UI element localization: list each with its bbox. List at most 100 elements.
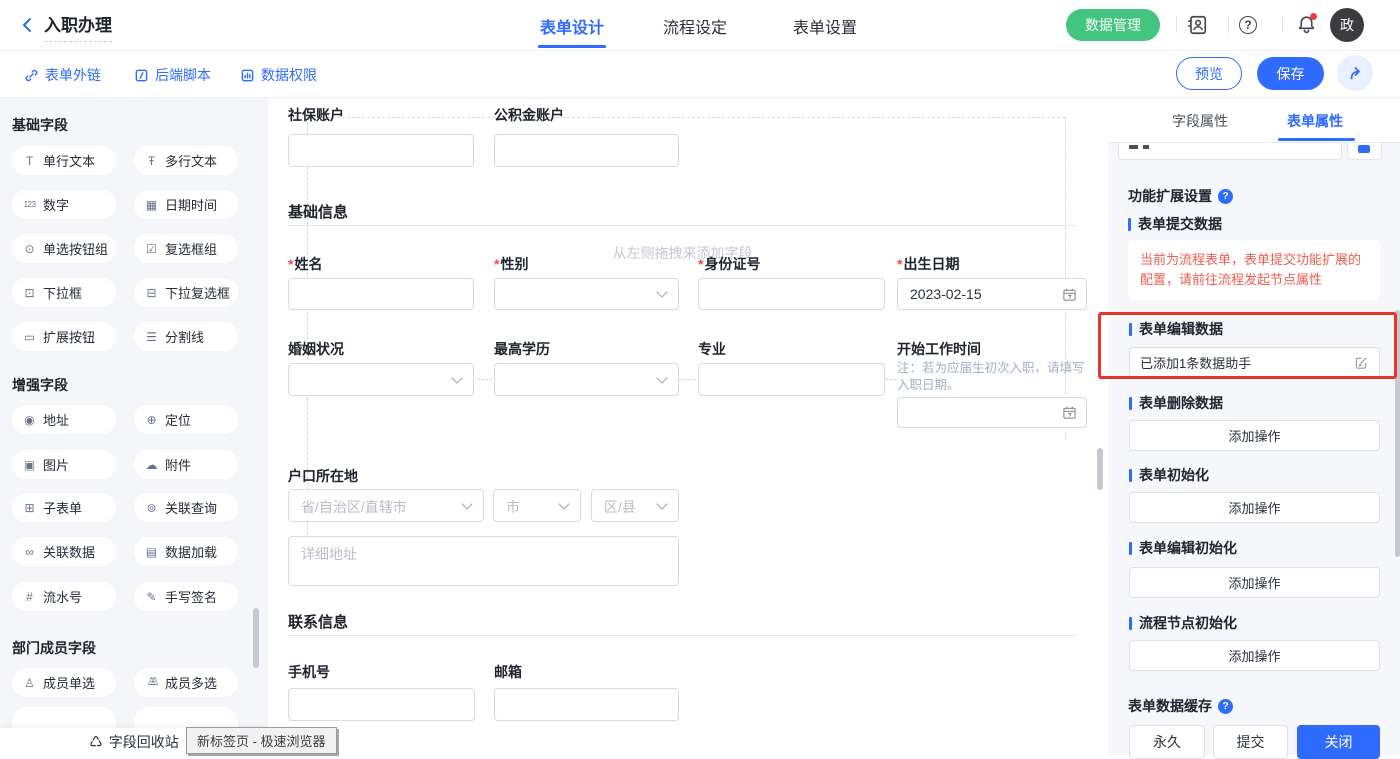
city-select[interactable]: 市 [493, 489, 581, 522]
name-input[interactable] [288, 278, 474, 310]
save-button[interactable]: 保存 [1257, 57, 1324, 90]
tab-form-design[interactable]: 表单设计 [540, 14, 604, 38]
field-item-address[interactable]: ◉地址 [12, 405, 116, 434]
help-circle-icon[interactable]: ? [1218, 699, 1233, 714]
cache-option-close[interactable]: 关闭 [1297, 725, 1380, 759]
edit-data-value-box[interactable]: 已添加1条数据助手 [1129, 347, 1380, 378]
page-title[interactable]: 入职办理 [44, 11, 112, 42]
field-label-id-number[interactable]: 身份证号 [698, 254, 760, 274]
init-add-button[interactable]: 添加操作 [1129, 492, 1380, 523]
field-item-signature[interactable]: ✎手写签名 [134, 582, 238, 611]
gender-select[interactable] [494, 278, 679, 310]
field-item-serial-number[interactable]: #流水号 [12, 582, 116, 611]
field-item-multi-line-text[interactable]: Ŧ多行文本 [134, 146, 238, 175]
field-item-dropdown-multi[interactable]: ⊟下拉复选框 [134, 278, 238, 307]
field-label-email[interactable]: 邮箱 [494, 662, 522, 682]
address-textarea[interactable]: 详细地址 [288, 536, 679, 586]
sidebar-scrollbar[interactable] [253, 608, 259, 668]
edit-init-add-button[interactable]: 添加操作 [1129, 567, 1380, 598]
field-label-fund[interactable]: 公积金账户 [494, 105, 564, 125]
email-input[interactable] [494, 688, 679, 721]
data-permission-button[interactable]: 数据权限 [240, 65, 317, 85]
social-input[interactable] [288, 134, 474, 167]
field-label-major[interactable]: 专业 [698, 339, 726, 359]
field-item-location[interactable]: ⊕定位 [134, 405, 238, 434]
field-item-related-query[interactable]: ⊚关联查询 [134, 493, 238, 522]
delete-data-add-button[interactable]: 添加操作 [1129, 420, 1380, 451]
help-circle-icon[interactable]: ? [1218, 189, 1233, 204]
cache-option-submit[interactable]: 提交 [1213, 725, 1288, 759]
cache-title: 表单数据缓存 [1128, 696, 1212, 716]
field-item-label: 下拉框 [43, 283, 82, 302]
field-item-single-line-text[interactable]: T单行文本 [12, 146, 116, 175]
form-design-canvas[interactable]: 社保账户 公积金账户 基础信息 从左侧拖拽来添加字段 姓名 性别 身份证号 出生… [268, 97, 1108, 755]
education-select[interactable] [494, 363, 679, 396]
district-select[interactable]: 区/县 [591, 489, 679, 522]
field-label-work-start[interactable]: 开始工作时间 [897, 339, 981, 359]
field-label-phone[interactable]: 手机号 [288, 662, 330, 682]
work-start-note: 注：若为应届生初次入职，请填写入职日期。 [897, 360, 1091, 394]
birth-date-input[interactable]: 2023-02-15 [897, 278, 1087, 310]
tab-form-settings[interactable]: 表单设置 [793, 14, 857, 38]
field-label-hukou[interactable]: 户口所在地 [288, 466, 358, 486]
panel-scrollbar[interactable] [1395, 310, 1400, 557]
section-title-basic-info[interactable]: 基础信息 [288, 201, 348, 222]
marriage-select[interactable] [288, 363, 474, 396]
form-external-link-button[interactable]: 表单外链 [24, 65, 101, 85]
field-label-marriage[interactable]: 婚姻状况 [288, 339, 344, 359]
tab-form-properties[interactable]: 表单属性 [1287, 111, 1343, 131]
field-item-attachment[interactable]: ☁附件 [134, 450, 238, 479]
contacts-button[interactable] [1186, 14, 1208, 36]
field-item-number[interactable]: 123数字 [12, 190, 116, 219]
preview-button[interactable]: 预览 [1176, 57, 1242, 90]
phone-input[interactable] [288, 688, 475, 721]
clipped-field-input[interactable] [1118, 143, 1342, 160]
field-item-label: 多行文本 [165, 151, 217, 170]
tab-field-properties[interactable]: 字段属性 [1172, 111, 1228, 131]
province-select[interactable]: 省/自治区/直辖市 [288, 489, 484, 522]
work-start-input[interactable] [897, 397, 1087, 428]
help-button[interactable]: ? [1239, 16, 1257, 34]
field-item-member-single[interactable]: ♙成员单选 [12, 668, 116, 697]
fund-input[interactable] [494, 134, 679, 167]
calendar-icon[interactable] [1062, 405, 1077, 420]
avatar[interactable]: 政 [1330, 8, 1364, 42]
id-number-input[interactable] [698, 278, 885, 310]
question-mark-icon: ? [1244, 18, 1251, 32]
field-item-subform[interactable]: ⊞子表单 [12, 493, 116, 522]
field-item-datetime[interactable]: ▦日期时间 [134, 190, 238, 219]
field-item-image[interactable]: ▣图片 [12, 450, 116, 479]
field-label-gender[interactable]: 性别 [494, 254, 528, 274]
backend-script-button[interactable]: 后端脚本 [134, 65, 211, 85]
field-label-social[interactable]: 社保账户 [288, 105, 344, 125]
share-button[interactable] [1337, 55, 1373, 91]
field-label-birth-date[interactable]: 出生日期 [897, 254, 959, 274]
field-label-name[interactable]: 姓名 [288, 254, 322, 274]
field-item-checkbox-group[interactable]: ☑复选框组 [134, 234, 238, 263]
field-item-member-multi[interactable]: ♙成员多选 [134, 668, 238, 697]
field-item-related-data[interactable]: ∞关联数据 [12, 537, 116, 566]
edit-icon[interactable] [1354, 355, 1369, 370]
tab-flow-settings[interactable]: 流程设定 [663, 14, 727, 38]
field-item-divider-line[interactable]: ☰分割线 [134, 322, 238, 351]
field-item-partial[interactable] [12, 707, 116, 728]
major-input[interactable] [698, 363, 885, 396]
section-bar [1128, 218, 1131, 231]
calendar-icon[interactable] [1062, 287, 1077, 302]
cache-option-permanent[interactable]: 永久 [1129, 725, 1205, 759]
section-title-contact-info[interactable]: 联系信息 [288, 611, 348, 632]
field-item-radio-group[interactable]: ⊙单选按钮组 [12, 234, 116, 263]
field-item-extend-button[interactable]: ▭扩展按钮 [12, 322, 116, 351]
node-init-add-button[interactable]: 添加操作 [1129, 640, 1380, 671]
field-item-data-load[interactable]: ▤数据加载 [134, 537, 238, 566]
clipped-field-button[interactable] [1347, 143, 1382, 160]
birth-date-value: 2023-02-15 [910, 286, 982, 302]
data-manage-button[interactable]: 数据管理 [1066, 9, 1160, 41]
section-bar [1129, 617, 1132, 630]
field-item-partial[interactable] [134, 707, 238, 728]
back-button[interactable] [20, 17, 36, 33]
canvas-scrollbar[interactable] [1097, 448, 1103, 490]
subform-icon: ⊞ [22, 502, 37, 514]
field-label-education[interactable]: 最高学历 [494, 339, 550, 359]
field-item-dropdown[interactable]: ⊡下拉框 [12, 278, 116, 307]
